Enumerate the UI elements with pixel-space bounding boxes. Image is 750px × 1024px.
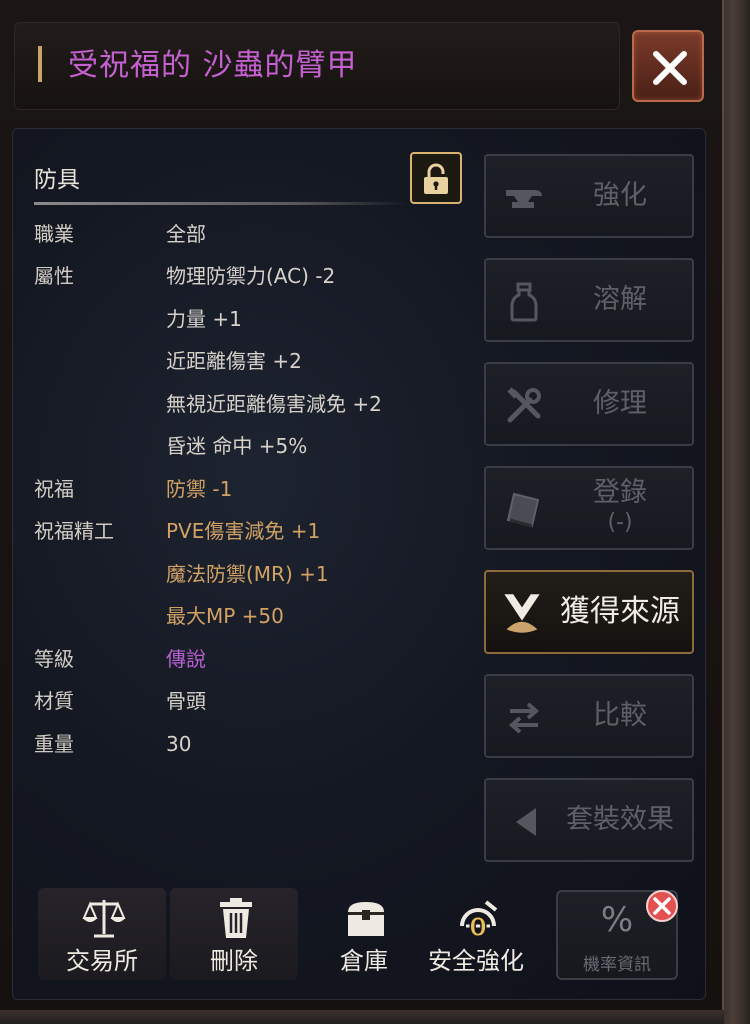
bless-craft-value: 最大MP +50 (166, 604, 284, 628)
close-button[interactable] (632, 30, 704, 102)
register-label: 登錄 (593, 477, 647, 508)
weight-value: 30 (166, 732, 192, 756)
triangle-left-icon (516, 808, 536, 836)
attr-label: 屬性 (34, 264, 74, 288)
anvil-icon (506, 190, 542, 208)
material-value: 骨頭 (166, 689, 206, 713)
background-edge (722, 0, 750, 1024)
class-label: 職業 (34, 222, 74, 246)
bless-craft-label: 祝福精工 (34, 519, 114, 543)
acquisition-source-label: 獲得來源 (560, 594, 680, 629)
grade-value: 傳說 (166, 647, 206, 671)
exchange-label: 交易所 (66, 947, 138, 975)
repair-label: 修理 (593, 388, 647, 419)
weight-label: 重量 (34, 732, 74, 756)
unlock-icon (424, 163, 448, 194)
scales-icon (82, 900, 126, 938)
swap-arrows-icon (508, 702, 540, 734)
bless-label: 祝福 (34, 477, 74, 501)
acquisition-source-button[interactable]: 獲得來源 (484, 570, 694, 654)
delete-label: 刪除 (210, 947, 258, 975)
safe-enhance-badge: 0 (469, 913, 487, 940)
safe-enhance-label: 安全強化 (428, 947, 524, 975)
source-icon (504, 594, 540, 633)
bottle-icon (510, 282, 538, 322)
book-icon (506, 492, 540, 528)
compare-label: 比較 (593, 700, 647, 731)
item-title: 受祝福的 沙蟲的臂甲 (68, 48, 358, 83)
item-category: 防具 (34, 167, 80, 193)
register-count: (-) (607, 510, 633, 535)
warehouse-button[interactable]: 倉庫 (300, 888, 428, 980)
bless-craft-value: PVE傷害減免 +1 (166, 519, 321, 543)
class-value: 全部 (166, 222, 206, 246)
warehouse-label: 倉庫 (340, 947, 388, 975)
probability-info-label: 機率資訊 (583, 955, 651, 975)
compare-button[interactable]: 比較 (484, 674, 694, 758)
lock-button[interactable] (410, 152, 462, 204)
set-effect-button[interactable]: 套裝效果 (484, 778, 694, 862)
enhance-label: 強化 (593, 180, 647, 211)
title-accent (38, 46, 42, 82)
attr-value: 無視近距離傷害減免 +2 (166, 392, 382, 416)
material-label: 材質 (34, 689, 74, 713)
exchange-button[interactable]: 交易所 (38, 888, 166, 980)
attr-value: 物理防禦力(AC) -2 (166, 264, 336, 288)
attr-value: 近距離傷害 +2 (166, 349, 302, 373)
enhance-button[interactable]: 強化 (484, 154, 694, 238)
repair-button[interactable]: 修理 (484, 362, 694, 446)
register-label-group: 登錄 (-) (556, 468, 684, 548)
bless-craft-value: 魔法防禦(MR) +1 (166, 562, 329, 586)
dissolve-label: 溶解 (593, 284, 647, 315)
attr-value: 昏迷 命中 +5% (166, 434, 308, 458)
category-divider (34, 202, 406, 205)
safe-enhance-button[interactable]: 0 安全強化 (412, 888, 540, 980)
close-circle-icon[interactable] (644, 888, 680, 924)
window-bottom-border (0, 1010, 724, 1024)
safe-enhance-icon: 0 (460, 900, 498, 940)
tools-icon (507, 387, 541, 423)
trash-icon (220, 898, 252, 938)
bless-value: 防禦 -1 (166, 477, 233, 501)
grade-label: 等級 (34, 647, 74, 671)
dissolve-button[interactable]: 溶解 (484, 258, 694, 342)
close-icon (653, 51, 687, 85)
register-button[interactable]: 登錄 (-) (484, 466, 694, 550)
set-effect-label: 套裝效果 (566, 804, 674, 835)
attr-value: 力量 +1 (166, 307, 242, 331)
delete-button[interactable]: 刪除 (170, 888, 298, 980)
chest-icon (348, 902, 384, 936)
